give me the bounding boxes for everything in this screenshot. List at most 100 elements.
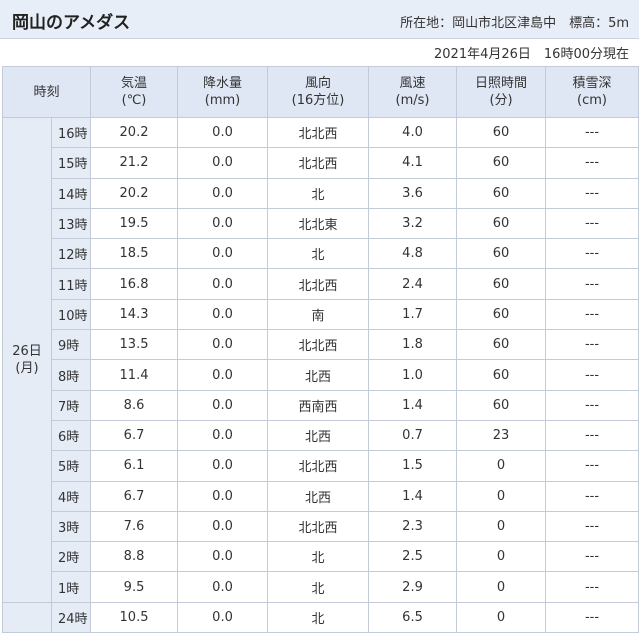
temperature-cell: 14.3 bbox=[90, 298, 179, 331]
observation-table: 時刻 気温 (℃) 降水量 (mm) 風向 (16方位) 風速 (m/s) 日照時間 (分… bbox=[1, 66, 639, 633]
wind-speed-cell: 2.3 bbox=[368, 510, 458, 543]
table-row: 2時 8.8 0.0 北 2.5 0 --- bbox=[3, 541, 639, 573]
wind-speed-cell: 2.5 bbox=[368, 541, 458, 573]
temperature-cell: 6.7 bbox=[90, 419, 179, 452]
wind-speed-cell: 1.5 bbox=[368, 450, 458, 482]
precipitation-cell: 0.0 bbox=[177, 238, 269, 270]
precipitation-cell: 0.0 bbox=[177, 177, 269, 209]
precipitation-cell: 0.0 bbox=[177, 329, 269, 361]
wind-direction-cell: 北北東 bbox=[267, 207, 370, 240]
precipitation-cell: 0.0 bbox=[177, 207, 269, 240]
precipitation-cell: 0.0 bbox=[177, 510, 269, 543]
table-row: 13時 19.5 0.0 北北東 3.2 60 --- bbox=[3, 207, 639, 240]
snow-depth-cell: --- bbox=[545, 541, 639, 573]
table-row: 12時 18.5 0.0 北 4.8 60 --- bbox=[3, 238, 639, 270]
sunshine-cell: 23 bbox=[456, 419, 547, 452]
wind-direction-cell: 北北西 bbox=[267, 116, 370, 149]
precipitation-cell: 0.0 bbox=[177, 601, 269, 633]
sunshine-cell: 0 bbox=[456, 601, 547, 633]
page-title: 岡山のアメダス bbox=[12, 13, 131, 33]
hour-cell: 4時 bbox=[50, 480, 92, 512]
snow-depth-cell: --- bbox=[545, 571, 639, 603]
header-sunshine: 日照時間 (分) bbox=[456, 66, 547, 118]
sunshine-cell: 0 bbox=[456, 510, 547, 543]
temperature-cell: 19.5 bbox=[90, 207, 179, 240]
wind-direction-cell: 北西 bbox=[267, 480, 370, 512]
snow-depth-cell: --- bbox=[545, 601, 639, 633]
hour-cell: 15時 bbox=[50, 147, 92, 179]
table-row: 5時 6.1 0.0 北北西 1.5 0 --- bbox=[3, 450, 639, 482]
hour-cell: 3時 bbox=[50, 510, 92, 543]
wind-direction-cell: 北北西 bbox=[267, 510, 370, 543]
wind-speed-cell: 1.8 bbox=[368, 329, 458, 361]
temperature-cell: 16.8 bbox=[90, 268, 179, 300]
wind-direction-cell: 北 bbox=[267, 601, 370, 633]
hour-cell: 16時 bbox=[50, 116, 92, 149]
snow-depth-cell: --- bbox=[545, 450, 639, 482]
hour-cell: 11時 bbox=[50, 268, 92, 300]
table-row: 14時 20.2 0.0 北 3.6 60 --- bbox=[3, 177, 639, 209]
wind-speed-cell: 1.0 bbox=[368, 359, 458, 391]
wind-direction-cell: 北 bbox=[267, 238, 370, 270]
sunshine-cell: 0 bbox=[456, 541, 547, 573]
wind-direction-cell: 北北西 bbox=[267, 147, 370, 179]
table-row: 10時 14.3 0.0 南 1.7 60 --- bbox=[3, 298, 639, 331]
wind-speed-cell: 1.4 bbox=[368, 480, 458, 512]
table-row: 9時 13.5 0.0 北北西 1.8 60 --- bbox=[3, 329, 639, 361]
wind-speed-cell: 1.4 bbox=[368, 389, 458, 421]
day-cell bbox=[2, 601, 52, 633]
temperature-cell: 10.5 bbox=[90, 601, 179, 633]
hour-cell: 2時 bbox=[50, 541, 92, 573]
precipitation-cell: 0.0 bbox=[177, 147, 269, 179]
table-row: 26日 (月) 16時 20.2 0.0 北北西 4.0 60 --- bbox=[2, 116, 639, 603]
snow-depth-cell: --- bbox=[545, 238, 639, 270]
hour-cell: 13時 bbox=[50, 207, 92, 240]
precipitation-cell: 0.0 bbox=[177, 268, 269, 300]
wind-direction-cell: 北北西 bbox=[267, 450, 370, 482]
wind-speed-cell: 4.1 bbox=[368, 147, 458, 179]
temperature-cell: 20.2 bbox=[90, 116, 179, 149]
snow-depth-cell: --- bbox=[545, 510, 639, 543]
snow-depth-cell: --- bbox=[545, 359, 639, 391]
precipitation-cell: 0.0 bbox=[177, 419, 269, 452]
sunshine-cell: 60 bbox=[456, 238, 547, 270]
table-row: 24時 10.5 0.0 北 6.5 0 --- bbox=[2, 601, 639, 633]
snow-depth-cell: --- bbox=[545, 177, 639, 209]
table-row: 11時 16.8 0.0 北北西 2.4 60 --- bbox=[3, 268, 639, 300]
temperature-cell: 8.6 bbox=[90, 389, 179, 421]
temperature-cell: 18.5 bbox=[90, 238, 179, 270]
temperature-cell: 8.8 bbox=[90, 541, 179, 573]
sunshine-cell: 60 bbox=[456, 329, 547, 361]
wind-speed-cell: 3.6 bbox=[368, 177, 458, 209]
header-snow-depth: 積雪深 (cm) bbox=[545, 66, 639, 118]
temperature-cell: 7.6 bbox=[90, 510, 179, 543]
header-wind-speed: 風速 (m/s) bbox=[368, 66, 458, 118]
wind-speed-cell: 0.7 bbox=[368, 419, 458, 452]
wind-speed-cell: 4.8 bbox=[368, 238, 458, 270]
table-header-row: 時刻 気温 (℃) 降水量 (mm) 風向 (16方位) 風速 (m/s) 日照時間 (分… bbox=[1, 66, 639, 118]
table-row: 6時 6.7 0.0 北西 0.7 23 --- bbox=[3, 419, 639, 452]
wind-speed-cell: 2.9 bbox=[368, 571, 458, 603]
snow-depth-cell: --- bbox=[545, 207, 639, 240]
precipitation-cell: 0.0 bbox=[177, 541, 269, 573]
snow-depth-cell: --- bbox=[545, 419, 639, 452]
sunshine-cell: 60 bbox=[456, 147, 547, 179]
snow-depth-cell: --- bbox=[545, 268, 639, 300]
sunshine-cell: 60 bbox=[456, 268, 547, 300]
snow-depth-cell: --- bbox=[545, 389, 639, 421]
header-precipitation: 降水量 (mm) bbox=[177, 66, 269, 118]
wind-speed-cell: 2.4 bbox=[368, 268, 458, 300]
hour-cell: 8時 bbox=[50, 359, 92, 391]
temperature-cell: 6.7 bbox=[90, 480, 179, 512]
snow-depth-cell: --- bbox=[545, 116, 639, 149]
temperature-cell: 6.1 bbox=[90, 450, 179, 482]
hour-cell: 6時 bbox=[50, 419, 92, 452]
wind-direction-cell: 西南西 bbox=[267, 389, 370, 421]
station-location: 所在地：岡山市北区津島中 標高：5m bbox=[400, 16, 629, 31]
sunshine-cell: 60 bbox=[456, 207, 547, 240]
sunshine-cell: 60 bbox=[456, 389, 547, 421]
hour-cell: 5時 bbox=[50, 450, 92, 482]
observation-time: 2021年4月26日 16時00分現在 bbox=[434, 47, 629, 62]
snow-depth-cell: --- bbox=[545, 147, 639, 179]
precipitation-cell: 0.0 bbox=[177, 571, 269, 603]
